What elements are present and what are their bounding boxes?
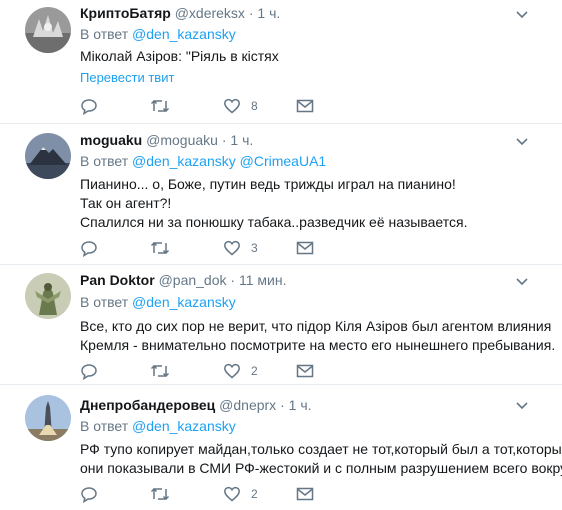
reply-prefix: В ответ [80, 153, 129, 169]
tweet-text-line: Все, кто до сих пор не верит, что пiдор … [80, 318, 552, 334]
tweet[interactable]: Днепробандеровец @dneprx · 1 ч. В ответ … [0, 385, 562, 510]
mention-link[interactable]: @CrimeaUA1 [240, 153, 327, 169]
retweet-button[interactable] [150, 238, 170, 258]
user-handle[interactable]: @dneprx [219, 397, 276, 413]
like-button[interactable]: 3 [223, 238, 258, 258]
timestamp[interactable]: 1 ч. [289, 397, 312, 413]
tweet-text-line: Так он агент?! [80, 195, 172, 211]
user-handle[interactable]: @moguaku [146, 132, 218, 148]
separator-dot: · [248, 5, 254, 21]
display-name[interactable]: moguaku [80, 132, 142, 148]
reply-button[interactable] [80, 361, 98, 381]
heart-icon [224, 98, 240, 114]
tweet-text: Пианино... о, Боже, путин ведь трижды иг… [80, 175, 467, 232]
chevron-down-icon[interactable] [515, 10, 529, 20]
retweet-button[interactable] [150, 96, 170, 116]
tweet-header: Pan Doktor @pan_dok · 11 мин. [80, 272, 286, 288]
mention-link[interactable]: @den_kazansky [132, 418, 236, 434]
like-count: 8 [251, 99, 258, 113]
mention-link[interactable]: @den_kazansky [132, 26, 236, 42]
retweet-icon [150, 99, 170, 113]
reply-button[interactable] [80, 238, 98, 258]
avatar[interactable] [25, 395, 71, 441]
tweet-actions: 3 [80, 238, 500, 258]
tweet-actions: 2 [80, 361, 500, 381]
separator-dot: · [221, 132, 227, 148]
separator-dot: · [230, 272, 236, 288]
reply-prefix: В ответ [80, 26, 129, 42]
dm-button[interactable] [296, 238, 314, 258]
display-name[interactable]: Pan Doktor [80, 272, 155, 288]
reply-icon [81, 99, 97, 115]
tweet-header: Днепробандеровец @dneprx · 1 ч. [80, 397, 312, 413]
heart-icon [224, 240, 240, 256]
mention-link[interactable]: @den_kazansky [132, 153, 236, 169]
reply-button[interactable] [80, 484, 98, 504]
display-name[interactable]: Днепробандеровец [80, 397, 215, 413]
tweet-actions: 2 [80, 484, 500, 504]
heart-icon [224, 363, 240, 379]
user-handle[interactable]: @pan_dok [159, 272, 227, 288]
mention-link[interactable]: @den_kazansky [132, 294, 236, 310]
user-handle[interactable]: @xdereksx [175, 5, 245, 21]
tweet-header: КриптоБатяр @xdereksx · 1 ч. [80, 5, 280, 21]
reply-prefix: В ответ [80, 418, 129, 434]
like-count: 2 [251, 364, 258, 378]
reply-icon [81, 364, 97, 380]
like-button[interactable]: 8 [223, 96, 258, 116]
retweet-button[interactable] [150, 361, 170, 381]
envelope-icon [296, 241, 314, 255]
reply-button[interactable] [80, 96, 98, 116]
tweet-text-line: Кремля - внимательно посмотрите на место… [80, 337, 556, 353]
chevron-down-icon[interactable] [515, 277, 529, 287]
envelope-icon [296, 487, 314, 501]
tweet-header: moguaku @moguaku · 1 ч. [80, 132, 253, 148]
tweet-text: Мiколай Азiров: "Рiяль в кiстях [80, 47, 279, 66]
tweet[interactable]: КриптоБатяр @xdereksx · 1 ч. В ответ @de… [0, 0, 562, 124]
retweet-button[interactable] [150, 484, 170, 504]
retweet-icon [150, 241, 170, 255]
display-name[interactable]: КриптоБатяр [80, 5, 171, 21]
translate-link[interactable]: Перевести твит [80, 70, 174, 85]
avatar[interactable] [25, 273, 71, 319]
reply-icon [81, 487, 97, 503]
chevron-down-icon[interactable] [515, 137, 529, 147]
retweet-icon [150, 364, 170, 378]
like-button[interactable]: 2 [223, 484, 258, 504]
tweet[interactable]: Pan Doktor @pan_dok · 11 мин. В ответ @d… [0, 265, 562, 385]
separator-dot: · [280, 397, 285, 413]
reply-context: В ответ @den_kazansky [80, 26, 236, 42]
avatar[interactable] [25, 133, 71, 179]
dm-button[interactable] [296, 361, 314, 381]
timestamp[interactable]: 1 ч. [257, 5, 280, 21]
tweet-text-line: Мiколай Азiров: "Рiяль в кiстях [80, 48, 279, 64]
avatar[interactable] [25, 7, 71, 53]
reply-context: В ответ @den_kazansky @CrimeaUA1 [80, 153, 326, 169]
timestamp[interactable]: 1 ч. [230, 132, 253, 148]
like-count: 3 [251, 241, 258, 255]
tweet-text: РФ тупо копирует майдан,только создает н… [80, 440, 562, 478]
tweet-text-line: они показывали в СМИ РФ-жестокий и с пол… [80, 460, 562, 476]
like-count: 2 [251, 487, 258, 501]
timestamp[interactable]: 11 мин. [239, 272, 287, 288]
reply-context: В ответ @den_kazansky [80, 418, 236, 434]
envelope-icon [296, 364, 314, 378]
tweet-text-line: Спалился ни за понюшку табака..разведчик… [80, 214, 468, 230]
retweet-icon [150, 487, 170, 501]
chevron-down-icon[interactable] [515, 401, 529, 411]
tweet-text: Все, кто до сих пор не верит, что пiдор … [80, 317, 555, 355]
reply-icon [81, 241, 97, 257]
heart-icon [224, 486, 240, 502]
dm-button[interactable] [296, 96, 314, 116]
tweet[interactable]: moguaku @moguaku · 1 ч. В ответ @den_kaz… [0, 124, 562, 265]
reply-prefix: В ответ [80, 294, 129, 310]
dm-button[interactable] [296, 484, 314, 504]
tweet-actions: 8 [80, 96, 500, 116]
reply-context: В ответ @den_kazansky [80, 294, 236, 310]
tweet-text-line: РФ тупо копирует майдан,только создает н… [80, 441, 562, 457]
tweet-text-line: Пианино... о, Боже, путин ведь трижды иг… [80, 176, 456, 192]
like-button[interactable]: 2 [223, 361, 258, 381]
envelope-icon [296, 99, 314, 113]
